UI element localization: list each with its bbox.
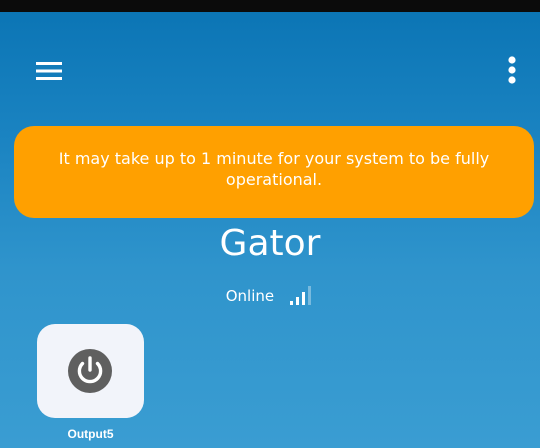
signal-strength-icon [288, 285, 314, 307]
connection-status: Online [0, 284, 540, 308]
more-options-button[interactable] [500, 52, 524, 88]
startup-banner: It may take up to 1 minute for your syst… [14, 126, 534, 218]
more-vertical-icon [508, 56, 516, 84]
menu-button[interactable] [34, 58, 64, 84]
output-tile[interactable] [37, 324, 144, 418]
output-label: Output5 [67, 427, 114, 441]
status-bar [0, 0, 540, 12]
device-title: Gator [219, 223, 321, 264]
status-text: Online [225, 287, 275, 306]
device-screen: It may take up to 1 minute for your syst… [0, 0, 540, 448]
banner-message: It may take up to 1 minute for your syst… [58, 149, 490, 189]
hamburger-menu-icon [36, 62, 62, 80]
power-icon [66, 347, 114, 395]
